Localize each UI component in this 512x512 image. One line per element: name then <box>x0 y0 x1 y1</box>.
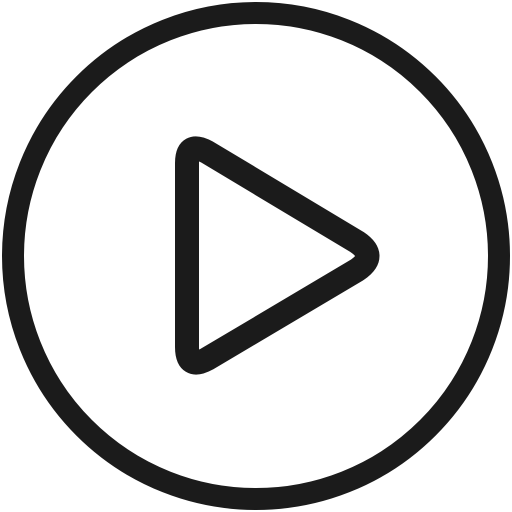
icon-canvas <box>0 0 512 512</box>
play-button[interactable] <box>0 0 512 512</box>
play-circle-icon <box>0 0 512 512</box>
